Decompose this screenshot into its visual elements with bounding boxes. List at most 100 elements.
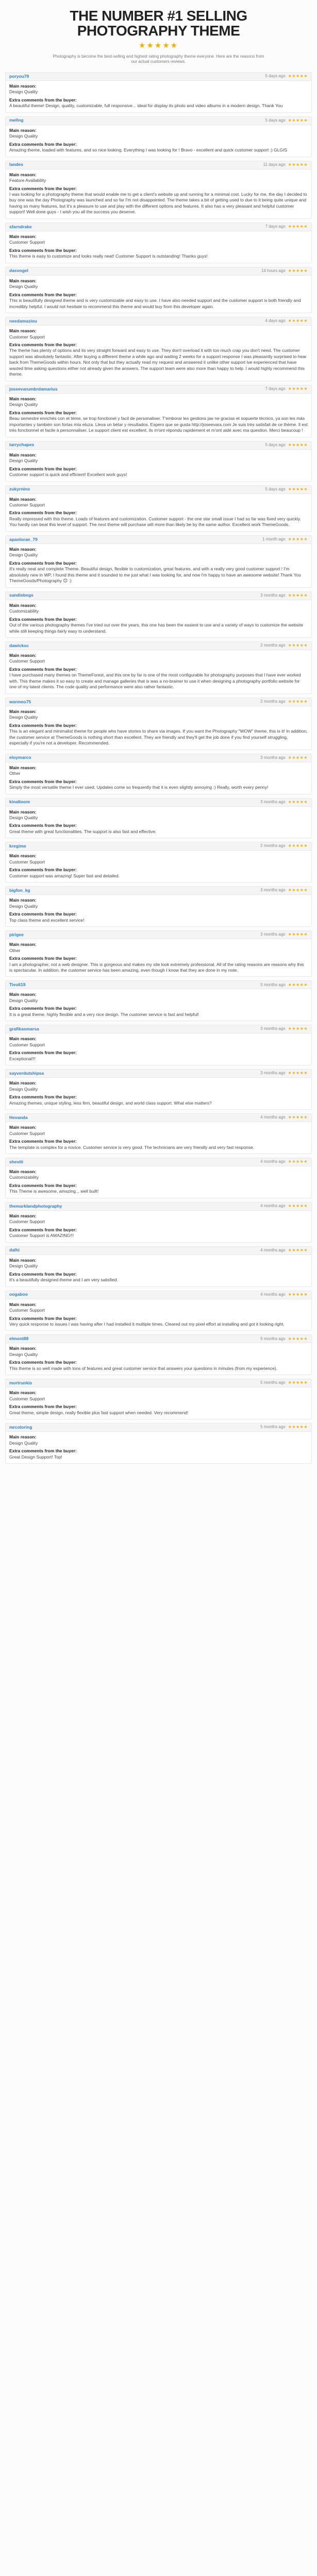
review-stars-icon: ★★★★★ [288,162,308,167]
reviewer-username[interactable]: tarrychapes [9,442,34,448]
review-meta: 5 months ago ★★★★★ [260,1336,308,1342]
comments-label: Extra comments from the buyer: [9,466,77,471]
main-reason-label: Main reason: [9,1080,37,1086]
rating-stars-icon: ★★★★★ [138,41,179,50]
review-card: poryou79 5 days ago ★★★★★ Main reason: D… [5,72,312,113]
review-meta: 7 days ago ★★★★★ [265,224,308,230]
review-body: Main reason: Design Quality Extra commen… [6,450,311,481]
review-body: Main reason: Customer Support Extra comm… [6,1122,311,1154]
main-reason-label: Main reason: [9,452,37,457]
review-card: sfarndrake 7 days ago ★★★★★ Main reason:… [5,222,312,263]
review-comment: Very quick response to issues I was havi… [9,1321,285,1327]
review-body: Main reason: Design Quality Extra commen… [6,989,311,1021]
main-reason-label: Main reason: [9,127,37,133]
review-header: sheviti 4 months ago ★★★★★ [6,1158,311,1166]
reviewer-username[interactable]: elmont88 [9,1336,28,1342]
review-header: sfarndrake 7 days ago ★★★★★ [6,223,311,231]
review-body: Main reason: Design Quality Extra commen… [6,125,311,157]
reviewer-username[interactable]: sfarndrake [9,224,31,230]
reviewer-username[interactable]: Hevanda [9,1115,27,1121]
review-date: 2 months ago [260,843,286,849]
review-comment: This is beautifully designed theme and i… [9,298,301,309]
review-stars-icon: ★★★★★ [288,643,308,648]
review-meta: 4 months ago ★★★★★ [260,1292,308,1298]
review-card: sandiebegs 3 months ago ★★★★★ Main reaso… [5,591,312,638]
main-reason-value: Design Quality [9,1263,38,1269]
review-card: dasvogel 14 hours ago ★★★★★ Main reason:… [5,266,312,314]
review-card: Hevanda 4 months ago ★★★★★ Main reason: … [5,1113,312,1154]
review-comment: Out of the various photography themes I'… [9,622,304,634]
reviewer-username[interactable]: poryou79 [9,74,29,79]
review-date: 3 months ago [260,755,286,760]
review-header: poryou79 5 days ago ★★★★★ [6,72,311,81]
review-stars-icon: ★★★★★ [288,117,308,123]
review-body: Main reason: Design Quality Extra commen… [6,544,311,587]
reviewer-username[interactable]: kregime [9,843,26,849]
main-reason-label: Main reason: [9,1125,37,1130]
comments-label: Extra comments from the buyer: [9,956,77,961]
review-body: Main reason: Design Quality Extra commen… [6,394,311,437]
main-reason-value: Design Quality [9,903,38,909]
review-comment: Great Design Support! Top! [9,1454,62,1460]
reviewer-username[interactable]: themarklandphotography [9,1204,62,1209]
review-header: pirigee 3 months ago ★★★★★ [6,931,311,940]
review-stars-icon: ★★★★★ [288,932,308,937]
review-body: Main reason: Design Quality Extra commen… [6,895,311,926]
reviewer-username[interactable]: oogaboo [9,1292,28,1297]
review-header: dasvogel 14 hours ago ★★★★★ [6,267,311,276]
reviewer-username[interactable]: landes [9,162,23,167]
main-reason-label: Main reason: [9,653,37,658]
review-header: themarklandphotography 4 months ago ★★★★… [6,1202,311,1211]
reviewer-username[interactable]: kinaltoom [9,799,30,805]
reviewer-username[interactable]: zukyrnino [9,486,30,492]
reviewer-username[interactable]: mellng [9,117,23,123]
reviewer-username[interactable]: apanloran_79 [9,537,38,543]
reviewer-username[interactable]: grafikasmarsa [9,1026,39,1032]
reviewer-username[interactable]: dalhi [9,1247,20,1253]
review-stars-icon: ★★★★★ [288,224,308,229]
review-date: 5 months ago [260,1380,286,1385]
reviewer-username[interactable]: pirigee [9,932,24,938]
review-card: mortrunkis 5 months ago ★★★★★ Main reaso… [5,1379,312,1420]
reviewer-username[interactable]: bigfon_kg [9,888,30,893]
review-meta: 4 months ago ★★★★★ [260,1204,308,1209]
main-reason-value: Design Quality [9,1351,38,1357]
review-body: Main reason: Customizability Extra comme… [6,600,311,637]
main-reason-label: Main reason: [9,496,37,502]
review-card: mellng 5 days ago ★★★★★ Main reason: Des… [5,116,312,157]
reviewer-username[interactable]: dasvogel [9,268,28,274]
review-stars-icon: ★★★★★ [288,268,308,273]
reviewer-username[interactable]: sheviti [9,1159,23,1165]
review-comment: Exceptional!!! [9,1056,36,1061]
reviewer-username[interactable]: joseevarumbrdamarius [9,386,58,392]
main-reason-label: Main reason: [9,1346,37,1351]
review-header: kinaltoom 3 months ago ★★★★★ [6,798,311,807]
main-reason-value: Design Quality [9,133,38,139]
main-reason-value: Design Quality [9,1440,38,1446]
reviewer-username[interactable]: sandiebegs [9,592,34,598]
review-card: apanloran_79 1 month ago ★★★★★ Main reas… [5,535,312,588]
reviewer-username[interactable]: mortrunkis [9,1380,32,1386]
review-card: sayverdutshipsa 3 months ago ★★★★★ Main … [5,1069,312,1110]
main-reason-value: Customer Support [9,1308,45,1313]
review-stars-icon: ★★★★★ [288,1380,308,1385]
review-date: 4 months ago [260,1292,286,1297]
reviewer-username[interactable]: wormeo75 [9,699,31,705]
comments-label: Extra comments from the buyer: [9,1404,77,1410]
main-reason-value: Customer Support [9,1396,45,1401]
main-reason-label: Main reason: [9,942,37,947]
review-meta: 4 days ago ★★★★★ [265,318,308,324]
reviewer-username[interactable]: sayverdutshipsa [9,1071,44,1076]
reviewer-username[interactable]: Tivoli19 [9,982,26,988]
reviewer-username[interactable]: mrcoloring [9,1425,32,1430]
main-reason-label: Main reason: [9,83,37,89]
review-stars-icon: ★★★★★ [288,1071,308,1076]
reviewer-username[interactable]: dawicksc [9,643,29,649]
review-comment: Simply the most versatile theme I ever u… [9,785,269,790]
reviewer-username[interactable]: needamaziou [9,318,37,324]
reviewer-username[interactable]: eloymarco [9,755,31,760]
main-reason-label: Main reason: [9,992,37,997]
review-body: Main reason: Feature Availability Extra … [6,170,311,218]
review-header: sandiebegs 3 months ago ★★★★★ [6,591,311,600]
main-reason-label: Main reason: [9,853,37,859]
